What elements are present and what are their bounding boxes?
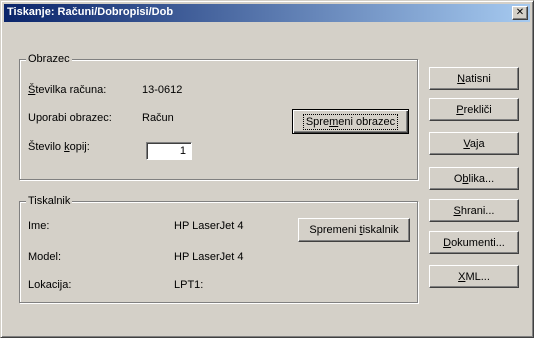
xml-button[interactable]: XML... — [429, 265, 519, 288]
save-button-label: Shrani... — [453, 204, 495, 217]
copies-label: Število kopij: — [28, 141, 90, 153]
change-form-button[interactable]: Spremeni obrazec — [292, 109, 409, 134]
printer-location-value: LPT1: — [174, 279, 204, 291]
close-icon: ✕ — [515, 6, 525, 18]
xml-button-label: XML... — [458, 270, 490, 283]
cancel-button-label: Prekliči — [456, 103, 492, 116]
documents-button[interactable]: Dokumenti... — [429, 231, 519, 254]
printer-location-label: Lokacija: — [28, 279, 72, 291]
obrazec-legend: Obrazec — [26, 53, 72, 66]
valid-button[interactable]: Vaja — [429, 132, 519, 155]
close-button[interactable]: ✕ — [512, 6, 528, 20]
documents-button-label: Dokumenti... — [443, 236, 505, 249]
change-printer-button-label: Spremeni tiskalnik — [309, 224, 399, 236]
print-button[interactable]: Natisni — [429, 67, 519, 90]
printer-model-label: Model: — [28, 251, 62, 263]
form-used-label: Uporabi obrazec: — [28, 112, 112, 124]
printer-model-value: HP LaserJet 4 — [174, 251, 244, 263]
change-form-button-label: Spremeni obrazec — [302, 113, 399, 130]
title-bar[interactable]: Tiskanje: Računi/Dobropisi/Dob ✕ — [4, 4, 530, 22]
change-printer-button[interactable]: Spremeni tiskalnik — [298, 218, 410, 242]
printer-name-label: Ime: — [28, 220, 50, 232]
cancel-button[interactable]: Prekliči — [429, 98, 519, 121]
layout-button-label: Oblika... — [453, 172, 495, 185]
print-dialog: Tiskanje: Računi/Dobropisi/Dob ✕ Obrazec… — [0, 0, 534, 338]
print-button-label: Natisni — [457, 72, 491, 85]
save-button[interactable]: Shrani... — [429, 199, 519, 222]
obrazec-group: Obrazec Številka računa: 13-0612 Uporabi… — [19, 53, 418, 180]
window-title: Tiskanje: Računi/Dobropisi/Dob — [7, 6, 174, 18]
valid-button-label: Vaja — [463, 137, 485, 150]
copies-input[interactable]: 1 — [146, 142, 192, 160]
invoice-number-value: 13-0612 — [142, 84, 183, 96]
layout-button[interactable]: Oblika... — [429, 167, 519, 190]
tiskalnik-legend: Tiskalnik — [26, 195, 73, 208]
tiskalnik-group: Tiskalnik Ime: HP LaserJet 4 Spremeni ti… — [19, 195, 418, 303]
form-used-value: Račun — [142, 112, 174, 124]
printer-name-value: HP LaserJet 4 — [174, 220, 244, 232]
invoice-number-label: Številka računa: — [28, 84, 107, 96]
